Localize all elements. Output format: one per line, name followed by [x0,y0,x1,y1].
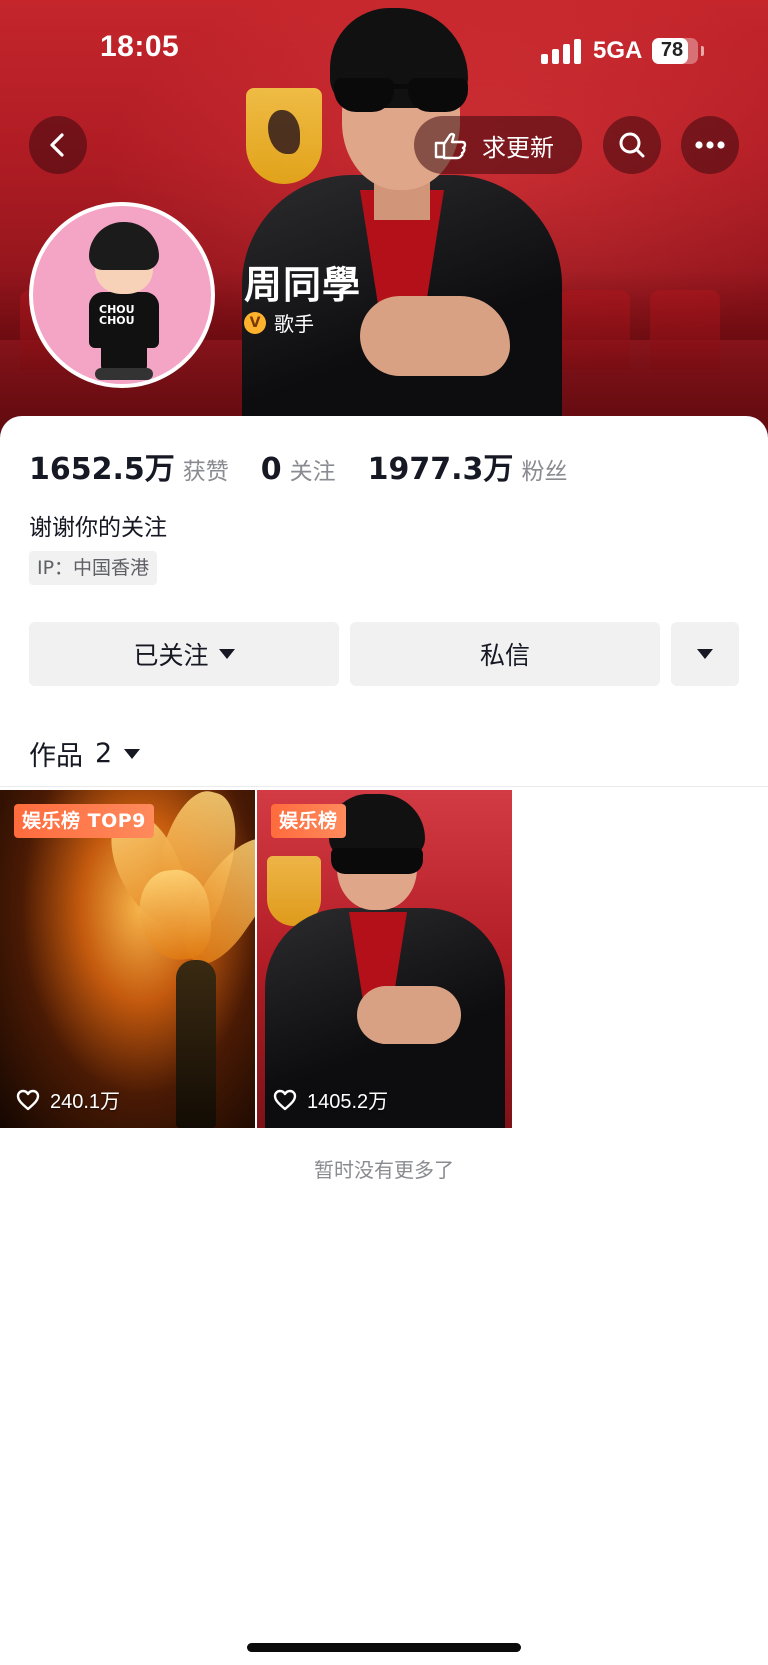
likes-count: 1652.5万 [29,452,175,487]
signal-icon [541,38,583,64]
caret-down-icon [124,748,141,759]
following-label[interactable]: 关注 [290,452,336,486]
battery-level: 78 [660,39,684,61]
works-tab-label: 作品 [29,741,83,772]
recommend-dropdown-button[interactable] [671,622,739,686]
followed-label: 已关注 [133,641,209,670]
no-more-text: 暂时没有更多了 [314,1158,454,1182]
request-update-button[interactable]: 求更新 [414,116,582,174]
avatar-shirt-text: CHOU CHOU [99,303,135,327]
likes-label: 获赞 [182,459,229,485]
ranking-badge: 娱乐榜 TOP9 [14,804,154,838]
more-icon [695,141,725,149]
caret-down-icon [218,649,235,659]
like-count: 1405.2万 [273,1085,388,1114]
message-button[interactable]: 私信 [350,622,660,686]
heart-icon [273,1089,297,1110]
following-count[interactable]: 0 [261,452,282,487]
avatar[interactable]: CHOU CHOU [29,202,215,388]
battery-icon: 78 [652,38,704,64]
video-thumbnail[interactable]: 娱乐榜 TOP9 240.1万 [0,790,255,1128]
verified-title: 歌手 [274,312,314,336]
verified-row: V 歌手 [244,308,314,337]
verified-icon: V [244,311,266,334]
caret-down-icon [697,649,713,659]
hand-pointing-icon [434,132,467,160]
divider [0,786,768,787]
ranking-badge: 娱乐榜 [271,804,346,838]
message-label: 私信 [479,641,530,670]
search-icon [619,132,645,158]
heart-icon [16,1089,40,1110]
followers-label[interactable]: 粉丝 [521,452,567,486]
performer-figure [176,960,216,1128]
profile-header: 18:05 5GA 78 求更新 CHOU CHOU 周同學 V 歌手 [0,0,768,440]
status-time: 18:05 [100,30,180,63]
network-type: 5GA [593,37,643,64]
more-options-button[interactable] [681,116,739,174]
stats-row: 1652.5万 获赞 0 关注 1977.3万 粉丝 [29,444,599,488]
profile-card: 1652.5万 获赞 0 关注 1977.3万 粉丝 谢谢你的关注 IP：中国香… [0,416,768,1665]
back-icon [50,133,64,157]
cover-photo-person [242,0,562,440]
back-button[interactable] [29,116,87,174]
bio-text: 谢谢你的关注 [29,515,167,541]
profile-name: 周同學 [244,263,362,307]
search-button[interactable] [603,116,661,174]
ip-location-tag: IP：中国香港 [29,551,158,585]
request-update-label: 求更新 [482,133,554,162]
followed-button[interactable]: 已关注 [29,622,339,686]
followers-count[interactable]: 1977.3万 [368,444,514,488]
home-indicator[interactable] [247,1643,521,1652]
video-thumbnail[interactable]: 娱乐榜 1405.2万 [257,790,512,1128]
like-count-value: 240.1万 [50,1091,121,1113]
like-count-value: 1405.2万 [307,1091,389,1113]
works-tab[interactable]: 作品 2 [29,734,141,773]
works-count: 2 [95,738,113,769]
like-count: 240.1万 [16,1085,120,1114]
